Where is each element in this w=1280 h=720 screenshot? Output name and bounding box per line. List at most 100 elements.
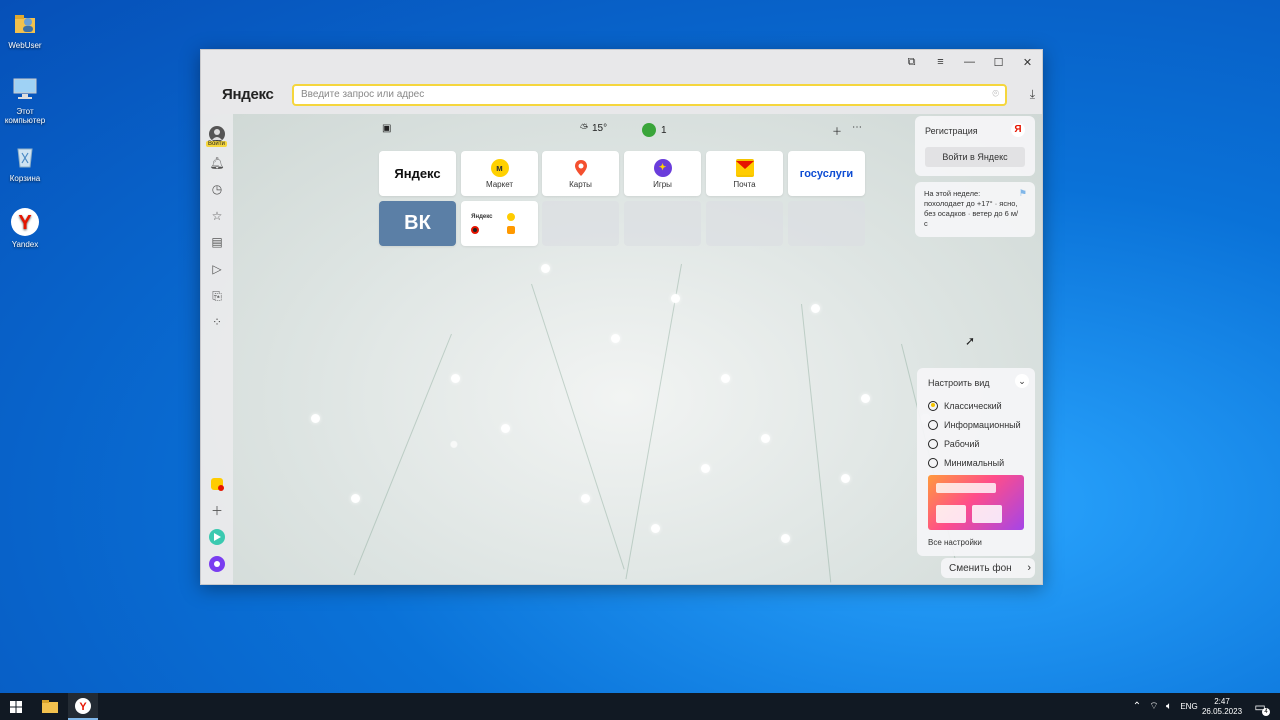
tabs-panel-button[interactable]: ⧉ — [897, 50, 926, 74]
tile-brand: Яндекс — [471, 214, 493, 220]
market-app-icon[interactable] — [209, 476, 225, 492]
view-option-label: Информационный — [944, 419, 1021, 430]
avatar[interactable] — [209, 126, 225, 142]
desktop-icon-webuser[interactable]: WebUser — [2, 8, 48, 50]
desktop-icon-label: WebUser — [8, 41, 42, 50]
traffic-icon — [642, 123, 656, 137]
yandex-taskbar-button[interactable]: Y — [68, 693, 98, 720]
sidebar: Войти 🔔︎ ◷ ☆ ▤ ▷ ⎘ ⁘ ＋ — [201, 114, 233, 584]
all-settings-link[interactable]: Все настройки — [928, 538, 982, 547]
tab-view-icon[interactable]: ▣ — [382, 123, 391, 134]
tile-yandex-group[interactable]: Яндекс — [461, 201, 538, 246]
notifications-button[interactable]: ▭ 4 — [1248, 693, 1272, 720]
screenshot-icon[interactable]: ⎘ — [209, 288, 225, 304]
bell-icon[interactable]: 🔔︎ — [209, 155, 225, 171]
browser-window: ⧉ ≡ — ☐ ✕ Яндекс Введите запрос или адре… — [200, 49, 1043, 585]
login-badge[interactable]: Войти — [206, 141, 227, 147]
tile-yandex[interactable]: Яндекс — [379, 151, 456, 196]
alice-icon[interactable] — [209, 556, 225, 572]
window-icon: ▣ — [382, 123, 392, 134]
apps-icon[interactable]: ⁘ — [209, 314, 225, 330]
hamburger-icon: ≡ — [937, 56, 944, 68]
star-icon[interactable]: ☆ — [209, 208, 225, 224]
view-option-label: Рабочий — [944, 438, 980, 449]
view-option-minimal[interactable]: Минимальный — [928, 453, 1021, 472]
collections-icon[interactable]: ▤ — [209, 234, 225, 250]
tile-label: Карты — [569, 179, 592, 189]
view-option-info[interactable]: Информационный — [928, 415, 1021, 434]
plus-icon: ＋ — [832, 127, 842, 138]
desktop-icon-yandex[interactable]: Y Yandex — [2, 207, 48, 249]
map-pin-icon — [572, 159, 590, 177]
tile-brand: Яндекс — [394, 166, 441, 181]
clock-time: 2:47 — [1214, 696, 1230, 706]
weather-panel[interactable]: На этой неделе: похолодает до +17° · ясн… — [915, 182, 1035, 237]
play-icon[interactable]: ▷ — [209, 261, 225, 277]
traffic-value: 1 — [661, 124, 667, 136]
view-preview-image — [928, 475, 1024, 530]
windows-icon — [10, 700, 22, 713]
minimize-icon: — — [964, 56, 975, 68]
desktop-icon-this-pc[interactable]: Этот компьютер — [2, 74, 48, 125]
view-option-classic[interactable]: Классический — [928, 396, 1021, 415]
tile-games[interactable]: ✦ Игры — [624, 151, 701, 196]
account-panel: Регистрация Я Войти в Яндекс — [915, 116, 1035, 176]
network-icon[interactable]: ⌔ — [1147, 693, 1161, 720]
language-indicator[interactable]: ENG — [1178, 693, 1200, 720]
tile-gosuslugi[interactable]: госуслуги — [788, 151, 865, 196]
tile-market[interactable]: м Маркет — [461, 151, 538, 196]
view-settings-panel: Настроить вид ⌄ Классический Информацион… — [917, 368, 1035, 556]
more-button[interactable]: ⋯ — [852, 122, 862, 133]
tile-empty[interactable] — [706, 201, 783, 246]
history-icon[interactable]: ◷ — [209, 181, 225, 197]
desktop-icon-label: Корзина — [9, 174, 41, 183]
close-button[interactable]: ✕ — [1013, 50, 1042, 74]
desktop-icon-recycle-bin[interactable]: Корзина — [2, 141, 48, 183]
minimize-button[interactable]: — — [955, 50, 984, 74]
desktop-icon-label: Yandex — [11, 240, 39, 249]
weather-text: На этой неделе: похолодает до +17° · ясн… — [924, 189, 1019, 228]
volume-icon[interactable]: 🔈︎ — [1162, 693, 1176, 720]
weather-temp: 15° — [592, 123, 608, 134]
tile-group-grid: Яндекс — [471, 213, 528, 234]
view-option-label: Классический — [944, 400, 1002, 411]
maximize-button[interactable]: ☐ — [984, 50, 1013, 74]
tile-mail[interactable]: Почта — [706, 151, 783, 196]
menu-button[interactable]: ≡ — [926, 50, 955, 74]
tile-empty[interactable] — [624, 201, 701, 246]
chevron-up-icon[interactable]: ⌃ — [1130, 693, 1144, 720]
traffic-widget[interactable]: 1 — [641, 122, 667, 138]
mail-icon — [735, 158, 754, 177]
games-icon: ✦ — [653, 158, 672, 177]
camera-icon[interactable]: ⌾ — [992, 88, 999, 101]
music-icon — [506, 213, 515, 221]
login-button[interactable]: Войти в Яндекс — [925, 147, 1025, 167]
close-icon: ✕ — [1022, 56, 1033, 69]
tile-label: Почта — [733, 179, 756, 189]
start-button[interactable] — [0, 693, 32, 720]
messenger-icon[interactable] — [209, 529, 225, 545]
brand-logo[interactable]: Яндекс — [222, 86, 274, 103]
maximize-icon: ☐ — [993, 56, 1004, 69]
view-option-work[interactable]: Рабочий — [928, 434, 1021, 453]
clock[interactable]: 2:47 26.05.2023 — [1202, 693, 1242, 720]
add-app-icon[interactable]: ＋ — [209, 502, 225, 518]
yandex-browser-icon: Y — [10, 207, 40, 237]
chevron-down-icon[interactable]: ⌄ — [1015, 374, 1029, 388]
notification-count: 4 — [1262, 708, 1270, 716]
chevron-right-icon: › — [1027, 562, 1031, 574]
omnibox-placeholder: Введите запрос или адрес — [301, 89, 425, 100]
add-tile-button[interactable]: ＋ — [832, 123, 842, 138]
svg-text:Y: Y — [18, 212, 32, 234]
file-explorer-button[interactable] — [36, 693, 64, 720]
tile-empty[interactable] — [542, 201, 619, 246]
view-panel-title: Настроить вид — [928, 378, 990, 388]
weather-widget[interactable]: ⛅︎ 15° — [580, 123, 607, 134]
tile-empty[interactable] — [788, 201, 865, 246]
change-background-button[interactable]: Сменить фон › — [941, 558, 1035, 578]
tile-maps[interactable]: Карты — [542, 151, 619, 196]
tile-vk[interactable]: ВК — [379, 201, 456, 246]
download-icon[interactable]: ⤓ — [1030, 87, 1035, 102]
search-input[interactable]: Введите запрос или адрес ⌾ — [292, 84, 1007, 106]
radio-icon — [928, 419, 938, 430]
